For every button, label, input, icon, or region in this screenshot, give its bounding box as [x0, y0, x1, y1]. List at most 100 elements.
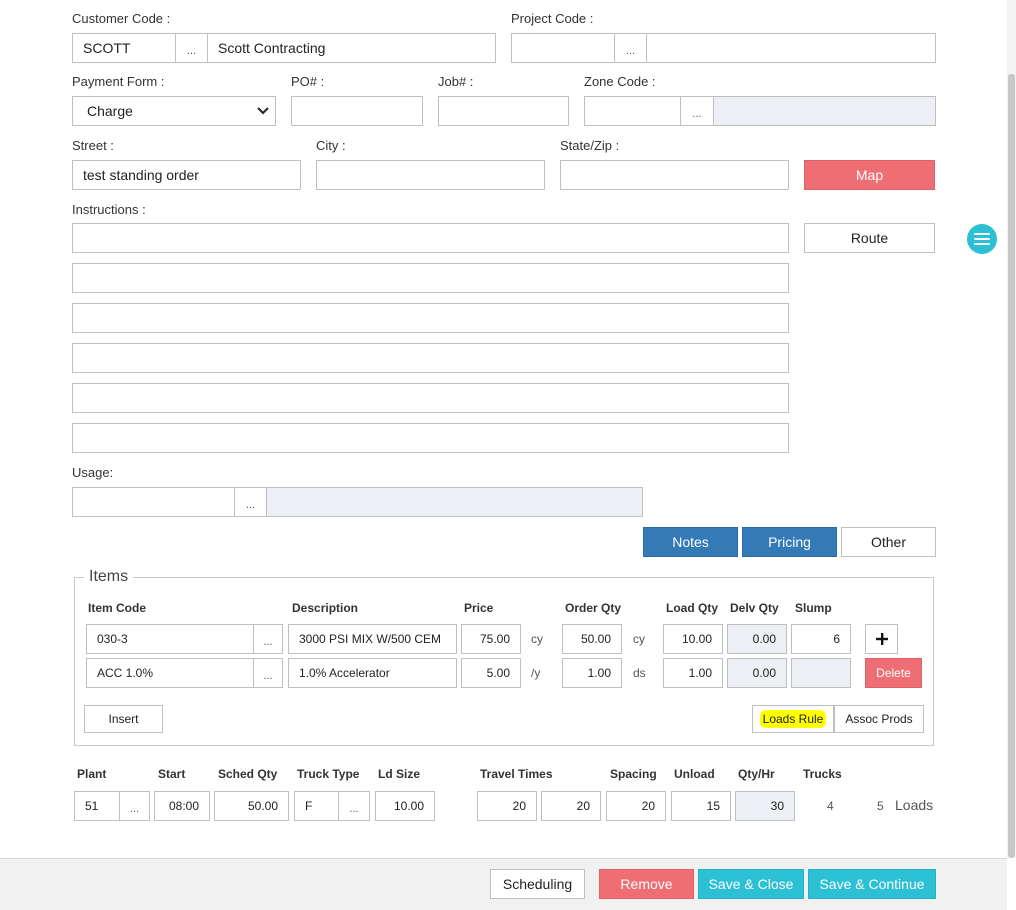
save-close-button[interactable]: Save & Close	[698, 869, 804, 899]
item-code-header: Item Code	[88, 601, 147, 615]
qty-hr-header: Qty/Hr	[738, 767, 775, 781]
unload-header: Unload	[674, 767, 715, 781]
project-lookup-button[interactable]: ...	[614, 33, 647, 63]
zone-lookup-button[interactable]: ...	[680, 96, 714, 126]
customer-name-field[interactable]: Scott Contracting	[207, 33, 496, 63]
description-header: Description	[292, 601, 359, 615]
slump-field	[791, 658, 851, 688]
unload-input[interactable]: 15	[671, 791, 731, 821]
project-name-field[interactable]	[646, 33, 936, 63]
item-price-input[interactable]: 5.00	[461, 658, 521, 688]
add-item-button[interactable]	[865, 624, 898, 654]
menu-lines-icon	[974, 233, 990, 245]
project-code-input[interactable]	[511, 33, 615, 63]
city-input[interactable]	[316, 160, 545, 190]
state-zip-label: State/Zip :	[560, 138, 620, 153]
spacing-input[interactable]: 20	[606, 791, 666, 821]
insert-button[interactable]: Insert	[84, 705, 163, 733]
item-price-input[interactable]: 75.00	[461, 624, 521, 654]
delete-item-button[interactable]: Delete	[865, 658, 922, 688]
usage-lookup-button[interactable]: ...	[234, 487, 267, 517]
save-continue-button[interactable]: Save & Continue	[808, 869, 936, 899]
item-code-lookup-button[interactable]: ...	[253, 658, 283, 688]
order-qty-input[interactable]: 50.00	[562, 624, 622, 654]
start-header: Start	[158, 767, 186, 781]
customer-code-input[interactable]: SCOTT	[72, 33, 176, 63]
route-button[interactable]: Route	[804, 223, 935, 253]
zone-code-label: Zone Code :	[584, 74, 656, 89]
payment-form-value: Charge	[87, 103, 133, 119]
payment-form-label: Payment Form :	[72, 74, 165, 89]
assoc-prods-button[interactable]: Assoc Prods	[834, 705, 924, 733]
trucks-value: 4	[827, 799, 834, 813]
item-description-field[interactable]: 3000 PSI MIX W/500 CEM	[288, 624, 457, 654]
truck-type-header: Truck Type	[297, 767, 360, 781]
slump-input[interactable]: 6	[791, 624, 851, 654]
loads-rule-button[interactable]: Loads Rule	[752, 705, 834, 733]
usage-code-input[interactable]	[72, 487, 235, 517]
payment-form-select[interactable]: Charge	[72, 96, 276, 126]
loads-label: Loads	[895, 797, 934, 813]
items-legend: Items	[84, 568, 134, 586]
load-qty-header: Load Qty	[666, 601, 719, 615]
item-code-input[interactable]: 030-3	[86, 624, 254, 654]
item-description-field[interactable]: 1.0% Accelerator	[288, 658, 457, 688]
order-qty-header: Order Qty	[565, 601, 622, 615]
po-label: PO# :	[291, 74, 325, 89]
po-input[interactable]	[291, 96, 423, 126]
price-unit: /y	[531, 666, 541, 680]
plant-lookup-button[interactable]: ...	[119, 791, 150, 821]
load-qty-input[interactable]: 10.00	[663, 624, 723, 654]
truck-type-lookup-button[interactable]: ...	[338, 791, 370, 821]
instructions-line-3[interactable]	[72, 303, 789, 333]
qty-unit: ds	[633, 666, 646, 680]
instructions-line-4[interactable]	[72, 343, 789, 373]
instructions-line-1[interactable]	[72, 223, 789, 253]
slump-header: Slump	[795, 601, 832, 615]
other-tab[interactable]: Other	[841, 527, 936, 557]
zone-name-field	[713, 96, 936, 126]
sched-qty-input[interactable]: 50.00	[214, 791, 289, 821]
job-input[interactable]	[438, 96, 569, 126]
instructions-line-6[interactable]	[72, 423, 789, 453]
usage-label: Usage:	[72, 465, 114, 480]
travel-from-input[interactable]: 20	[541, 791, 601, 821]
sched-qty-header: Sched Qty	[218, 767, 278, 781]
plant-input[interactable]: 51	[74, 791, 120, 821]
spacing-header: Spacing	[610, 767, 657, 781]
street-label: Street :	[72, 138, 114, 153]
hamburger-menu-icon[interactable]	[967, 224, 997, 254]
project-code-label: Project Code :	[511, 11, 594, 26]
truck-type-input[interactable]: F	[294, 791, 339, 821]
order-qty-input[interactable]: 1.00	[562, 658, 622, 688]
delv-qty-header: Delv Qty	[730, 601, 779, 615]
scheduling-button[interactable]: Scheduling	[490, 869, 585, 899]
pricing-tab[interactable]: Pricing	[742, 527, 837, 557]
qty-hr-field: 30	[735, 791, 795, 821]
job-label: Job# :	[438, 74, 474, 89]
item-code-input[interactable]: ACC 1.0%	[86, 658, 254, 688]
delv-qty-field: 0.00	[727, 658, 787, 688]
load-qty-input[interactable]: 1.00	[663, 658, 723, 688]
travel-to-input[interactable]: 20	[477, 791, 537, 821]
customer-lookup-button[interactable]: ...	[175, 33, 208, 63]
map-button[interactable]: Map	[804, 160, 935, 190]
street-input[interactable]: test standing order	[72, 160, 301, 190]
item-code-lookup-button[interactable]: ...	[253, 624, 283, 654]
delv-qty-field: 0.00	[727, 624, 787, 654]
customer-code-label: Customer Code :	[72, 11, 171, 26]
ld-size-input[interactable]: 10.00	[375, 791, 435, 821]
instructions-line-5[interactable]	[72, 383, 789, 413]
scrollbar-thumb[interactable]	[1008, 74, 1015, 858]
state-zip-input[interactable]	[560, 160, 789, 190]
instructions-label: Instructions :	[72, 202, 146, 217]
travel-times-header: Travel Times	[480, 767, 553, 781]
price-unit: cy	[531, 632, 543, 646]
zone-code-input[interactable]	[584, 96, 681, 126]
start-time-input[interactable]: 08:00	[154, 791, 210, 821]
notes-tab[interactable]: Notes	[643, 527, 738, 557]
usage-name-field	[266, 487, 643, 517]
instructions-line-2[interactable]	[72, 263, 789, 293]
chevron-down-icon	[257, 107, 269, 115]
remove-button[interactable]: Remove	[599, 869, 694, 899]
